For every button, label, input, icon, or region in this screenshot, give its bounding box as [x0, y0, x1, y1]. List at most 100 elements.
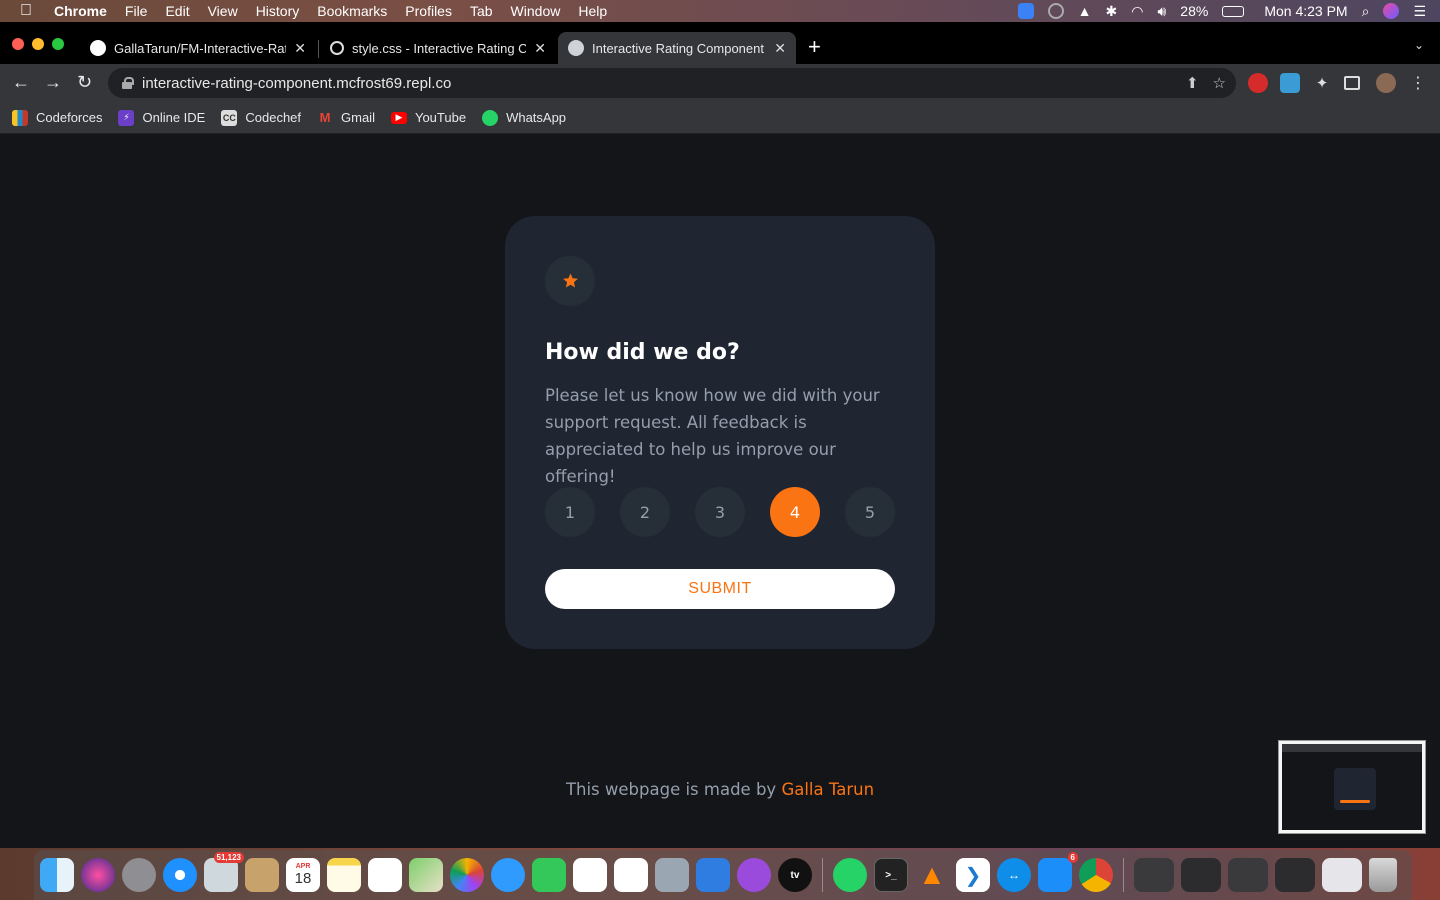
bookmark-whatsapp[interactable]: WhatsApp: [482, 109, 567, 126]
bluetooth-icon[interactable]: ✱: [1106, 3, 1118, 20]
numbers-icon[interactable]: [614, 858, 648, 892]
screenshot-thumbnail[interactable]: [1278, 740, 1426, 834]
macos-menu-bar:  Chrome File Edit View History Bookmark…: [0, 0, 1440, 22]
close-tab-icon[interactable]: ✕: [774, 40, 786, 57]
menu-bookmarks[interactable]: Bookmarks: [317, 3, 387, 19]
reading-list-icon[interactable]: [1344, 76, 1360, 90]
rating-button-1[interactable]: 1: [545, 487, 595, 537]
vlc-icon[interactable]: ▲: [915, 858, 949, 892]
app-store-icon[interactable]: 6: [1038, 852, 1078, 892]
extensions-puzzle-icon[interactable]: ✦: [1312, 73, 1332, 93]
chrome-menu-icon[interactable]: ⋮: [1408, 73, 1428, 93]
bookmark-gmail[interactable]: M Gmail: [317, 110, 375, 126]
pages-icon[interactable]: [573, 858, 607, 892]
launchpad-icon[interactable]: [122, 858, 156, 892]
control-center-icon[interactable]: ☰: [1413, 3, 1426, 20]
bookmark-codeforces[interactable]: Codeforces: [12, 109, 102, 126]
reload-icon[interactable]: ↻: [77, 72, 92, 92]
bookmark-star-icon[interactable]: ☆: [1213, 74, 1226, 92]
bookmark-youtube[interactable]: ▶︎ YouTube: [390, 110, 466, 125]
safari-icon[interactable]: [163, 858, 197, 892]
bookmark-codechef[interactable]: CC Codechef: [221, 109, 302, 126]
close-tab-icon[interactable]: ✕: [294, 40, 306, 57]
photos-icon[interactable]: [450, 858, 484, 892]
messages-icon[interactable]: [491, 858, 525, 892]
battery-percent[interactable]: 28%: [1180, 3, 1208, 19]
battery-icon[interactable]: [1222, 5, 1245, 17]
profile-avatar[interactable]: [1376, 73, 1396, 93]
menu-app-name[interactable]: Chrome: [54, 3, 107, 19]
rating-button-5[interactable]: 5: [845, 487, 895, 537]
menu-help[interactable]: Help: [578, 3, 607, 19]
menu-profiles[interactable]: Profiles: [405, 3, 452, 19]
minimized-window-thumbnail[interactable]: [1322, 858, 1362, 892]
rating-button-4[interactable]: 4: [770, 487, 820, 537]
apple-tv-icon[interactable]: tv: [778, 858, 812, 892]
contacts-icon[interactable]: [245, 858, 279, 892]
minimized-window-thumbnail[interactable]: [1134, 858, 1174, 892]
address-bar[interactable]: interactive-rating-component.mcfrost69.r…: [108, 68, 1236, 98]
teamviewer-icon[interactable]: ↔: [997, 858, 1031, 892]
calendar-icon[interactable]: APR 18: [286, 858, 320, 892]
menu-edit[interactable]: Edit: [165, 3, 189, 19]
menu-history[interactable]: History: [256, 3, 300, 19]
minimized-window-thumbnail[interactable]: [1275, 858, 1315, 892]
url-text[interactable]: interactive-rating-component.mcfrost69.r…: [142, 75, 451, 92]
vlc-status-icon[interactable]: ▲: [1078, 3, 1092, 19]
minimized-window-thumbnail[interactable]: [1228, 858, 1268, 892]
podcasts-icon[interactable]: [737, 858, 771, 892]
bookmark-label: WhatsApp: [506, 110, 567, 125]
minimize-window-button[interactable]: [32, 38, 44, 50]
preview-icon[interactable]: [655, 858, 689, 892]
clock[interactable]: Mon 4:23 PM: [1264, 3, 1347, 19]
mail-stamp-icon[interactable]: 51,123: [204, 852, 244, 892]
close-window-button[interactable]: [12, 38, 24, 50]
maximize-window-button[interactable]: [52, 38, 64, 50]
share-icon[interactable]: ⬆︎: [1186, 74, 1199, 92]
close-tab-icon[interactable]: ✕: [534, 40, 546, 57]
apple-menu-icon[interactable]: : [20, 2, 32, 20]
volume-icon[interactable]: 🔊︎: [1157, 3, 1166, 20]
whatsapp-app-icon[interactable]: [833, 858, 867, 892]
tab-search-chevron-icon[interactable]: ⌄: [1414, 38, 1424, 52]
rating-card: How did we do? Please let us know how we…: [505, 216, 935, 649]
rating-button-2[interactable]: 2: [620, 487, 670, 537]
forward-arrow-icon[interactable]: →: [44, 72, 62, 92]
siri-icon[interactable]: [81, 858, 115, 892]
dock-divider: [822, 858, 823, 892]
notes-icon[interactable]: [327, 858, 361, 892]
maps-icon[interactable]: [409, 858, 443, 892]
finder-icon[interactable]: [40, 858, 74, 892]
bookmark-online-ide[interactable]: ⚡︎ Online IDE: [118, 109, 205, 126]
tab-interactive-rating[interactable]: Interactive Rating Component ✕: [558, 32, 796, 64]
tab-style-css[interactable]: style.css - Interactive Rating C ✕: [320, 32, 556, 64]
menu-file[interactable]: File: [125, 3, 148, 19]
minimized-window-thumbnail[interactable]: [1181, 858, 1221, 892]
rating-button-3[interactable]: 3: [695, 487, 745, 537]
menu-window[interactable]: Window: [511, 3, 561, 19]
new-tab-icon[interactable]: +: [808, 36, 821, 58]
author-link[interactable]: Galla Tarun: [781, 780, 874, 799]
terminal-icon[interactable]: >_: [874, 858, 908, 892]
tab-github[interactable]: GallaTarun/FM-Interactive-Rati ✕: [80, 32, 316, 64]
submit-button[interactable]: SUBMIT: [545, 569, 895, 609]
siri-icon[interactable]: [1383, 3, 1400, 19]
teamviewer-status-icon[interactable]: [1017, 3, 1034, 19]
facetime-icon[interactable]: [532, 858, 566, 892]
back-arrow-icon[interactable]: ←: [12, 72, 30, 92]
trash-icon[interactable]: [1369, 858, 1397, 892]
menu-tab[interactable]: Tab: [470, 3, 493, 19]
vscode-icon[interactable]: ❯: [956, 858, 990, 892]
scroll-status-icon[interactable]: [1047, 3, 1064, 19]
lock-icon[interactable]: [122, 77, 134, 89]
wifi-icon[interactable]: ◠: [1131, 3, 1143, 20]
adblock-extension-icon[interactable]: [1248, 73, 1268, 93]
reminders-icon[interactable]: [368, 858, 402, 892]
chrome-icon[interactable]: [1079, 858, 1113, 892]
spotlight-search-icon[interactable]: ⌕: [1362, 3, 1370, 20]
youtube-icon: ▶︎: [390, 111, 407, 124]
translate-extension-icon[interactable]: [1280, 73, 1300, 93]
bookmark-label: Codechef: [245, 110, 302, 125]
keynote-icon[interactable]: [696, 858, 730, 892]
menu-view[interactable]: View: [208, 3, 238, 19]
